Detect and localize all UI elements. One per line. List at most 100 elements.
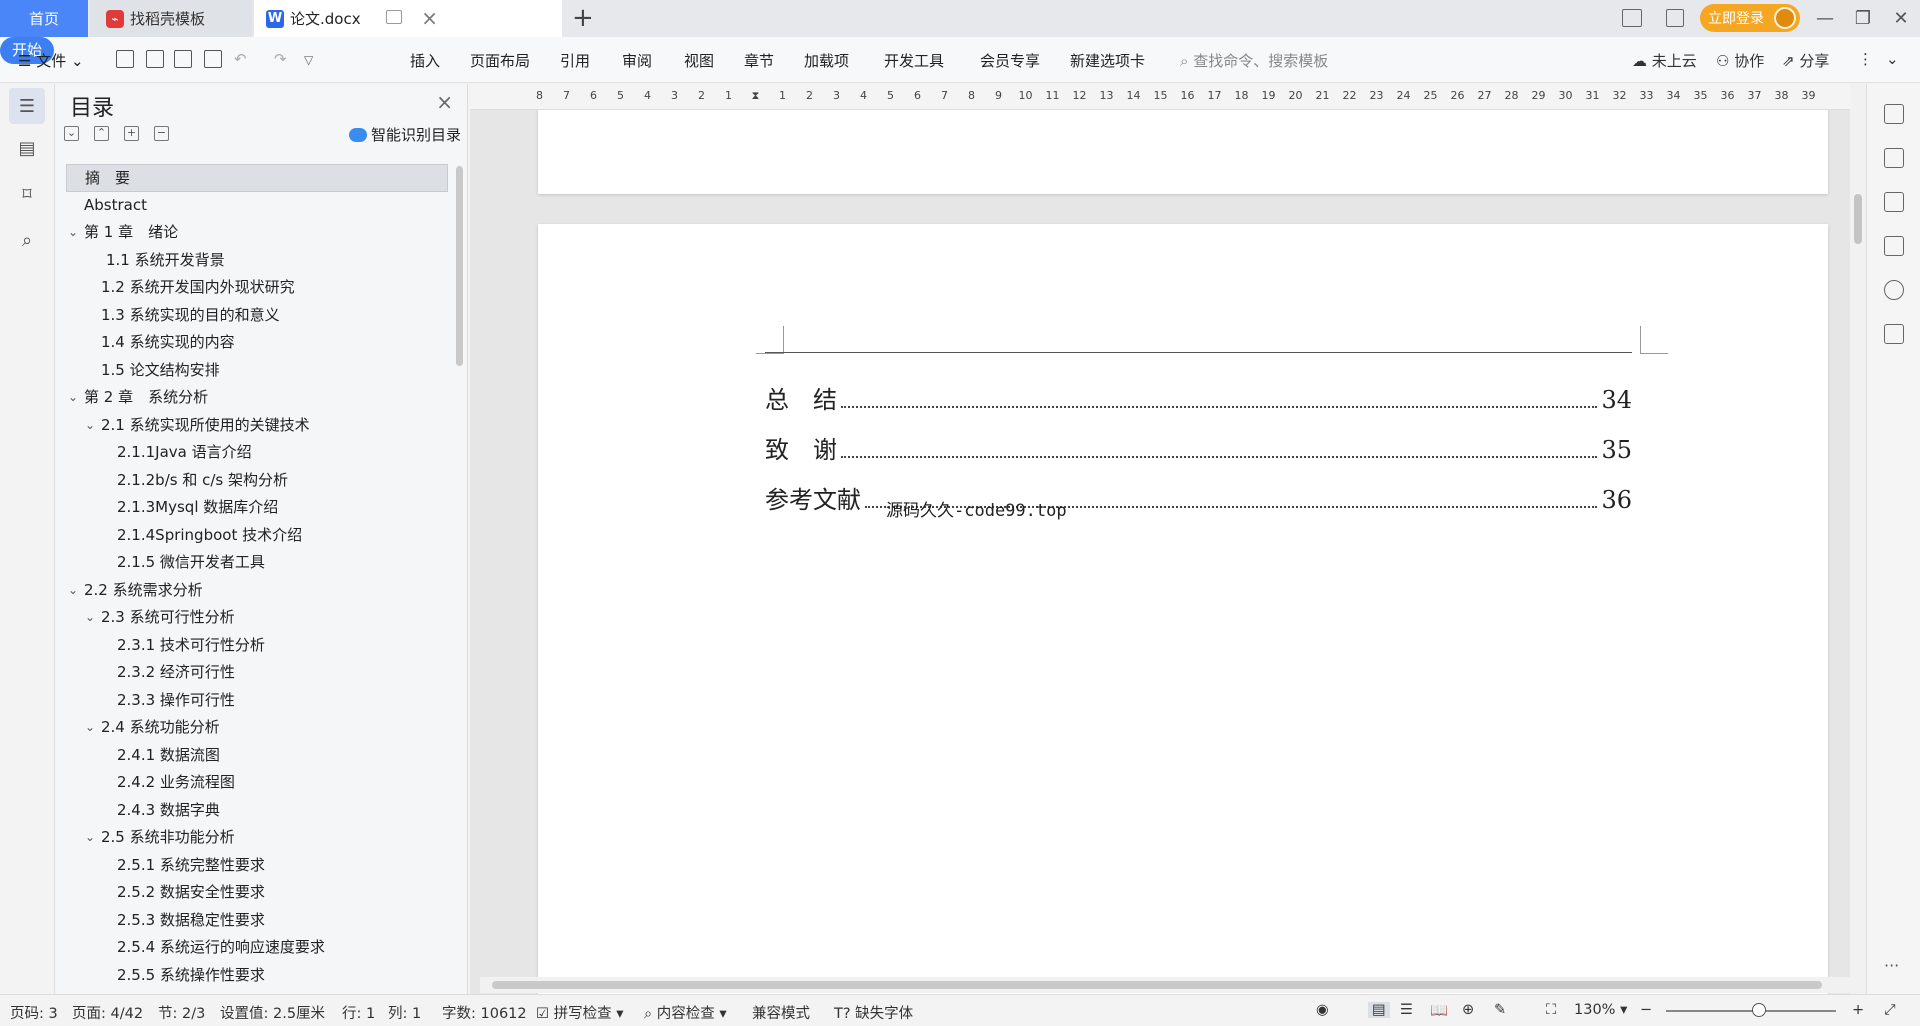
tab-addins[interactable]: 加载项: [804, 50, 849, 71]
status-row[interactable]: 行: 1: [342, 1002, 375, 1023]
tab-document[interactable]: W 论文.docx ×: [254, 0, 562, 37]
close-icon[interactable]: ×: [436, 90, 453, 114]
undo-icon[interactable]: ↶: [234, 50, 247, 68]
status-page[interactable]: 页面: 4/42: [72, 1002, 143, 1023]
toc-item[interactable]: 1.4 系统实现的内容: [66, 329, 448, 357]
more-icon[interactable]: ⋮: [1858, 50, 1873, 68]
toc-item[interactable]: 2.1.3Mysql 数据库介绍: [66, 494, 448, 522]
toc-nav-icon[interactable]: ☰: [9, 88, 45, 124]
ai-assist-icon[interactable]: [1884, 280, 1904, 300]
toc-item[interactable]: 2.5.1 系统完整性要求: [66, 852, 448, 880]
compat-mode[interactable]: 兼容模式: [752, 1002, 810, 1023]
toc-item[interactable]: 2.5.2 数据安全性要求: [66, 879, 448, 907]
content-check-button[interactable]: ⌕ 内容检查 ▾: [644, 1002, 727, 1023]
toc-item[interactable]: 2.5.4 系统运行的响应速度要求: [66, 934, 448, 962]
remove-entry-icon[interactable]: −: [154, 126, 169, 141]
collapse-ribbon-icon[interactable]: ⌄: [1886, 50, 1899, 68]
ruler[interactable]: 8 7 6 5 4 3 2 1 ⧗ 1 2 3 4 5 6 7 8 9 10 11 12 13 14 15 16 17 18 19 20…: [470, 84, 1850, 110]
collapse-all-icon[interactable]: ⌄: [64, 126, 79, 141]
close-tab-icon[interactable]: ×: [421, 8, 438, 28]
toc-item[interactable]: 2.1.1Java 语言介绍: [66, 439, 448, 467]
chevron-down-icon[interactable]: ⌄: [68, 577, 78, 605]
tab-references[interactable]: 引用: [560, 50, 590, 71]
toc-item[interactable]: 摘 要: [66, 164, 448, 192]
toc-entry[interactable]: 致 谢 35: [765, 430, 1632, 465]
outline-view-icon[interactable]: ☰: [1400, 1002, 1413, 1018]
toc-entry[interactable]: 总 结 34: [765, 380, 1632, 415]
document-page[interactable]: 总 结 34 致 谢 35 参考文献 36 源码久久-code99.top: [538, 224, 1828, 994]
write-view-icon[interactable]: ✎: [1494, 1002, 1506, 1018]
collab-button[interactable]: ⚇ 协作: [1716, 50, 1764, 71]
chevron-down-icon[interactable]: ⌄: [85, 412, 95, 440]
select-cursor-icon[interactable]: [1884, 148, 1904, 168]
save-icon[interactable]: [116, 50, 134, 68]
spell-check-button[interactable]: ☑ 拼写检查 ▾: [536, 1002, 624, 1023]
chevron-down-icon[interactable]: ⌄: [85, 604, 95, 632]
toc-item[interactable]: 1.5 论文结构安排: [66, 357, 448, 385]
toc-item[interactable]: 2.3.2 经济可行性: [66, 659, 448, 687]
image-tool-icon[interactable]: [1884, 236, 1904, 256]
toc-item[interactable]: ⌄ 第 1 章 绪论: [66, 219, 448, 247]
fullscreen-icon[interactable]: ⤢: [1884, 1002, 1896, 1018]
chevron-down-icon[interactable]: ⌄: [68, 384, 78, 412]
vertical-scroll-thumb[interactable]: [1854, 194, 1862, 244]
print-preview-icon[interactable]: [204, 50, 222, 68]
adjust-icon[interactable]: [1884, 192, 1904, 212]
bookmark-icon[interactable]: ⌑: [9, 176, 45, 212]
share-button[interactable]: ⇗ 分享: [1782, 50, 1829, 71]
chapter-nav-icon[interactable]: ▤: [9, 130, 45, 166]
tab-page-layout[interactable]: 页面布局: [470, 50, 530, 71]
toc-item[interactable]: 1.1 系统开发背景: [66, 247, 448, 275]
status-setting[interactable]: 设置值: 2.5厘米: [220, 1002, 325, 1023]
tab-insert[interactable]: 插入: [410, 50, 440, 71]
tab-home[interactable]: 首页: [0, 0, 88, 37]
toc-item[interactable]: 2.3.3 操作可行性: [66, 687, 448, 715]
tab-developer[interactable]: 开发工具: [884, 50, 944, 71]
toc-item[interactable]: 2.1.5 微信开发者工具: [66, 549, 448, 577]
new-tab-button[interactable]: +: [572, 4, 594, 32]
expand-level-icon[interactable]: ⌃: [94, 126, 109, 141]
more-options-icon[interactable]: ···: [1884, 956, 1904, 976]
chevron-down-icon[interactable]: ⌄: [68, 219, 78, 247]
customize-icon[interactable]: ▽: [304, 53, 313, 67]
status-section[interactable]: 节: 2/3: [158, 1002, 205, 1023]
zoom-level[interactable]: 130% ▾: [1574, 1002, 1627, 1018]
layout-icon[interactable]: [1622, 9, 1642, 27]
zoom-slider[interactable]: [1666, 1010, 1836, 1012]
tab-review[interactable]: 审阅: [622, 50, 652, 71]
toc-item[interactable]: ⌄ 2.4 系统功能分析: [66, 714, 448, 742]
toc-item[interactable]: 2.3.1 技术可行性分析: [66, 632, 448, 660]
redo-icon[interactable]: ↷: [274, 50, 287, 68]
toc-item[interactable]: ⌄ 第 2 章 系统分析: [66, 384, 448, 412]
tab-view[interactable]: 视图: [684, 50, 714, 71]
pen-icon[interactable]: [1884, 104, 1904, 124]
status-page-number[interactable]: 页码: 3: [10, 1002, 58, 1023]
zoom-slider-handle[interactable]: [1752, 1003, 1766, 1017]
toc-item[interactable]: 2.4.1 数据流图: [66, 742, 448, 770]
login-button[interactable]: 立即登录: [1700, 4, 1800, 32]
status-word-count[interactable]: 字数: 10612: [442, 1002, 527, 1023]
tab-chapter[interactable]: 章节: [744, 50, 774, 71]
web-view-icon[interactable]: ⊕: [1462, 1002, 1474, 1018]
toc-item[interactable]: 2.5.5 系统操作性要求: [66, 962, 448, 990]
read-view-icon[interactable]: 📖: [1430, 1002, 1448, 1019]
search-icon[interactable]: ⌕: [9, 222, 45, 258]
vertical-scrollbar[interactable]: [1850, 84, 1866, 994]
eye-protect-icon[interactable]: ◉: [1316, 1002, 1329, 1018]
toc-item[interactable]: 1.3 系统实现的目的和意义: [66, 302, 448, 330]
chevron-down-icon[interactable]: ⌄: [85, 714, 95, 742]
smart-toc-button[interactable]: 智能识别目录: [348, 124, 461, 145]
export-icon[interactable]: [146, 50, 164, 68]
toc-item[interactable]: 2.1.4Springboot 技术介绍: [66, 522, 448, 550]
toc-item[interactable]: 2.4.2 业务流程图: [66, 769, 448, 797]
toc-scrollbar[interactable]: [456, 166, 463, 366]
float-window-icon[interactable]: [386, 10, 402, 24]
zoom-out-icon[interactable]: −: [1640, 1002, 1652, 1018]
toc-item[interactable]: ⌄ 2.1 系统实现所使用的关键技术: [66, 412, 448, 440]
zoom-in-icon[interactable]: +: [1852, 1002, 1864, 1018]
missing-font-button[interactable]: T? 缺失字体: [834, 1002, 913, 1023]
cloud-status[interactable]: ☁ 未上云: [1632, 50, 1697, 71]
toc-item[interactable]: ⌄ 2.5 系统非功能分析: [66, 824, 448, 852]
toc-item[interactable]: 2.1.2b/s 和 c/s 架构分析: [66, 467, 448, 495]
file-menu[interactable]: ☰ 文件 ⌄: [18, 50, 84, 71]
